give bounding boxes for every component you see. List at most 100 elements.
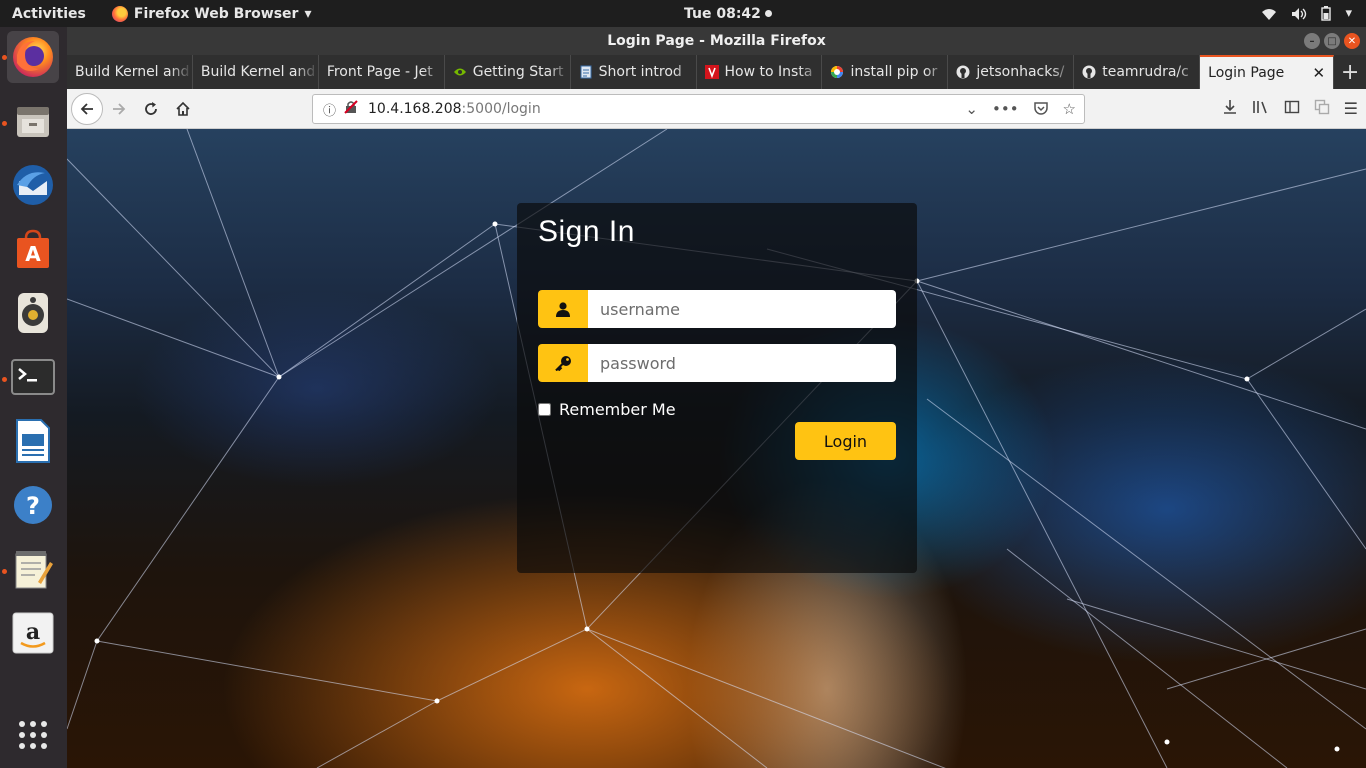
thunderbird-icon <box>13 165 53 205</box>
username-input[interactable] <box>588 290 896 328</box>
username-group <box>538 290 896 328</box>
tab-5[interactable]: How to Insta <box>697 55 823 89</box>
show-applications-button[interactable] <box>7 709 59 761</box>
url-host: 10.4.168.208 <box>368 101 462 117</box>
tab-2[interactable]: Front Page - Jet <box>319 55 445 89</box>
tab-active[interactable]: Login Page ✕ <box>1200 55 1335 89</box>
dock-thunderbird[interactable] <box>7 159 59 211</box>
reload-icon <box>145 101 157 115</box>
library-icon[interactable] <box>1252 99 1270 115</box>
key-icon <box>538 344 588 382</box>
synced-tabs-icon[interactable] <box>1314 99 1330 115</box>
firefox-icon <box>111 5 128 22</box>
activities-button[interactable]: Activities <box>12 6 86 22</box>
tab-6[interactable]: install pip or <box>822 55 949 89</box>
chevron-down-icon: ▾ <box>304 5 312 22</box>
system-tray[interactable]: ▾ <box>1261 6 1352 21</box>
svg-text:a: a <box>26 619 40 645</box>
maximize-button[interactable]: □ <box>1324 33 1340 49</box>
minimize-button[interactable]: – <box>1304 33 1320 49</box>
page-actions-icon[interactable]: ••• <box>992 100 1019 118</box>
app-menu[interactable]: Firefox Web Browser ▾ <box>111 5 312 22</box>
tab-label: Front Page - Jet <box>326 64 433 80</box>
top-bar: Activities Firefox Web Browser ▾ Tue 08:… <box>0 0 1366 27</box>
remember-me-label: Remember Me <box>559 400 676 419</box>
chevron-down-icon: ▾ <box>1345 6 1352 21</box>
speaker-icon <box>18 293 48 333</box>
user-icon <box>538 290 588 328</box>
forward-arrow-icon <box>113 102 126 115</box>
url-bar[interactable]: ⓘ 10.4.168.208:5000/login ⌄ ••• ☆ <box>312 94 1085 124</box>
sidebar-icon[interactable] <box>1284 99 1300 115</box>
dock-files[interactable] <box>7 95 59 147</box>
page-content: Sign In Remember Me Login <box>67 129 1366 768</box>
info-icon[interactable]: ⓘ <box>323 100 336 119</box>
remember-me-checkbox[interactable] <box>538 403 551 416</box>
dock-rhythmbox[interactable] <box>7 287 59 339</box>
chevron-down-icon[interactable]: ⌄ <box>965 100 978 118</box>
google-icon <box>830 65 844 79</box>
tab-1[interactable]: Build Kernel and <box>193 55 319 89</box>
nvidia-icon <box>453 65 467 79</box>
tab-4[interactable]: Short introd <box>571 55 697 89</box>
software-center-icon: A <box>17 229 49 268</box>
nav-bar: ⓘ 10.4.168.208:5000/login ⌄ ••• ☆ ☰ <box>67 89 1366 129</box>
battery-icon <box>1321 6 1332 21</box>
tab-label: install pip or <box>850 64 938 80</box>
dock-help[interactable]: ? <box>7 479 59 531</box>
clock-label: Tue 08:42 <box>684 5 761 22</box>
login-card: Sign In Remember Me Login <box>517 203 917 573</box>
clock[interactable]: Tue 08:42 <box>684 6 772 22</box>
site-icon <box>704 65 719 79</box>
dock-terminal[interactable] <box>7 351 59 403</box>
window-title: Login Page - Mozilla Firefox <box>607 33 826 49</box>
doc-icon <box>579 65 593 79</box>
svg-text:?: ? <box>26 492 40 520</box>
tab-7[interactable]: jetsonhacks/ <box>948 55 1075 89</box>
text-editor-icon <box>15 551 53 589</box>
home-icon <box>176 101 190 116</box>
github-icon <box>1082 65 1096 79</box>
app-menu-label: Firefox Web Browser <box>133 5 299 22</box>
close-tab-icon[interactable]: ✕ <box>1312 64 1325 82</box>
hamburger-menu-icon[interactable]: ☰ <box>1344 99 1358 118</box>
dock-libreoffice-writer[interactable] <box>7 415 59 467</box>
forward-button[interactable] <box>103 93 135 125</box>
volume-icon <box>1292 7 1307 20</box>
files-icon <box>17 107 49 137</box>
close-window-button[interactable]: ✕ <box>1344 33 1360 49</box>
reload-button[interactable] <box>135 93 167 125</box>
home-button[interactable] <box>167 93 199 125</box>
url-path: :5000/login <box>461 101 541 117</box>
back-arrow-icon <box>80 102 93 115</box>
wifi-icon <box>1262 8 1277 20</box>
help-icon: ? <box>14 486 52 524</box>
tab-label: teamrudra/c <box>1102 64 1189 80</box>
dock-amazon[interactable]: a <box>7 607 59 659</box>
password-input[interactable] <box>588 344 896 382</box>
notification-dot-icon <box>764 10 772 17</box>
login-button[interactable]: Login <box>795 422 896 460</box>
app-grid-icon <box>19 721 47 749</box>
pocket-icon[interactable] <box>1033 100 1049 116</box>
bookmark-star-icon[interactable]: ☆ <box>1063 100 1076 118</box>
tab-label: Short introd <box>598 64 682 80</box>
title-bar: Login Page - Mozilla Firefox – □ ✕ <box>67 27 1366 55</box>
dock-firefox[interactable] <box>7 31 59 83</box>
tab-bar: Build Kernel and Build Kernel and Front … <box>67 55 1366 89</box>
tab-0[interactable]: Build Kernel and <box>67 55 193 89</box>
back-button[interactable] <box>71 92 103 125</box>
tab-3[interactable]: Getting Start <box>445 55 571 89</box>
firefox-window: Login Page - Mozilla Firefox – □ ✕ Build… <box>67 27 1366 768</box>
tab-8[interactable]: teamrudra/c <box>1074 55 1201 89</box>
insecure-lock-icon[interactable] <box>344 100 358 118</box>
new-tab-button[interactable]: + <box>1334 55 1366 89</box>
writer-icon <box>16 419 50 463</box>
svg-text:A: A <box>25 242 41 266</box>
amazon-icon: a <box>12 612 54 654</box>
dock-text-editor[interactable] <box>7 543 59 595</box>
dock-ubuntu-software[interactable]: A <box>7 223 59 275</box>
remember-me[interactable]: Remember Me <box>538 400 676 419</box>
downloads-icon[interactable] <box>1222 99 1238 115</box>
page-title: Sign In <box>538 215 635 248</box>
